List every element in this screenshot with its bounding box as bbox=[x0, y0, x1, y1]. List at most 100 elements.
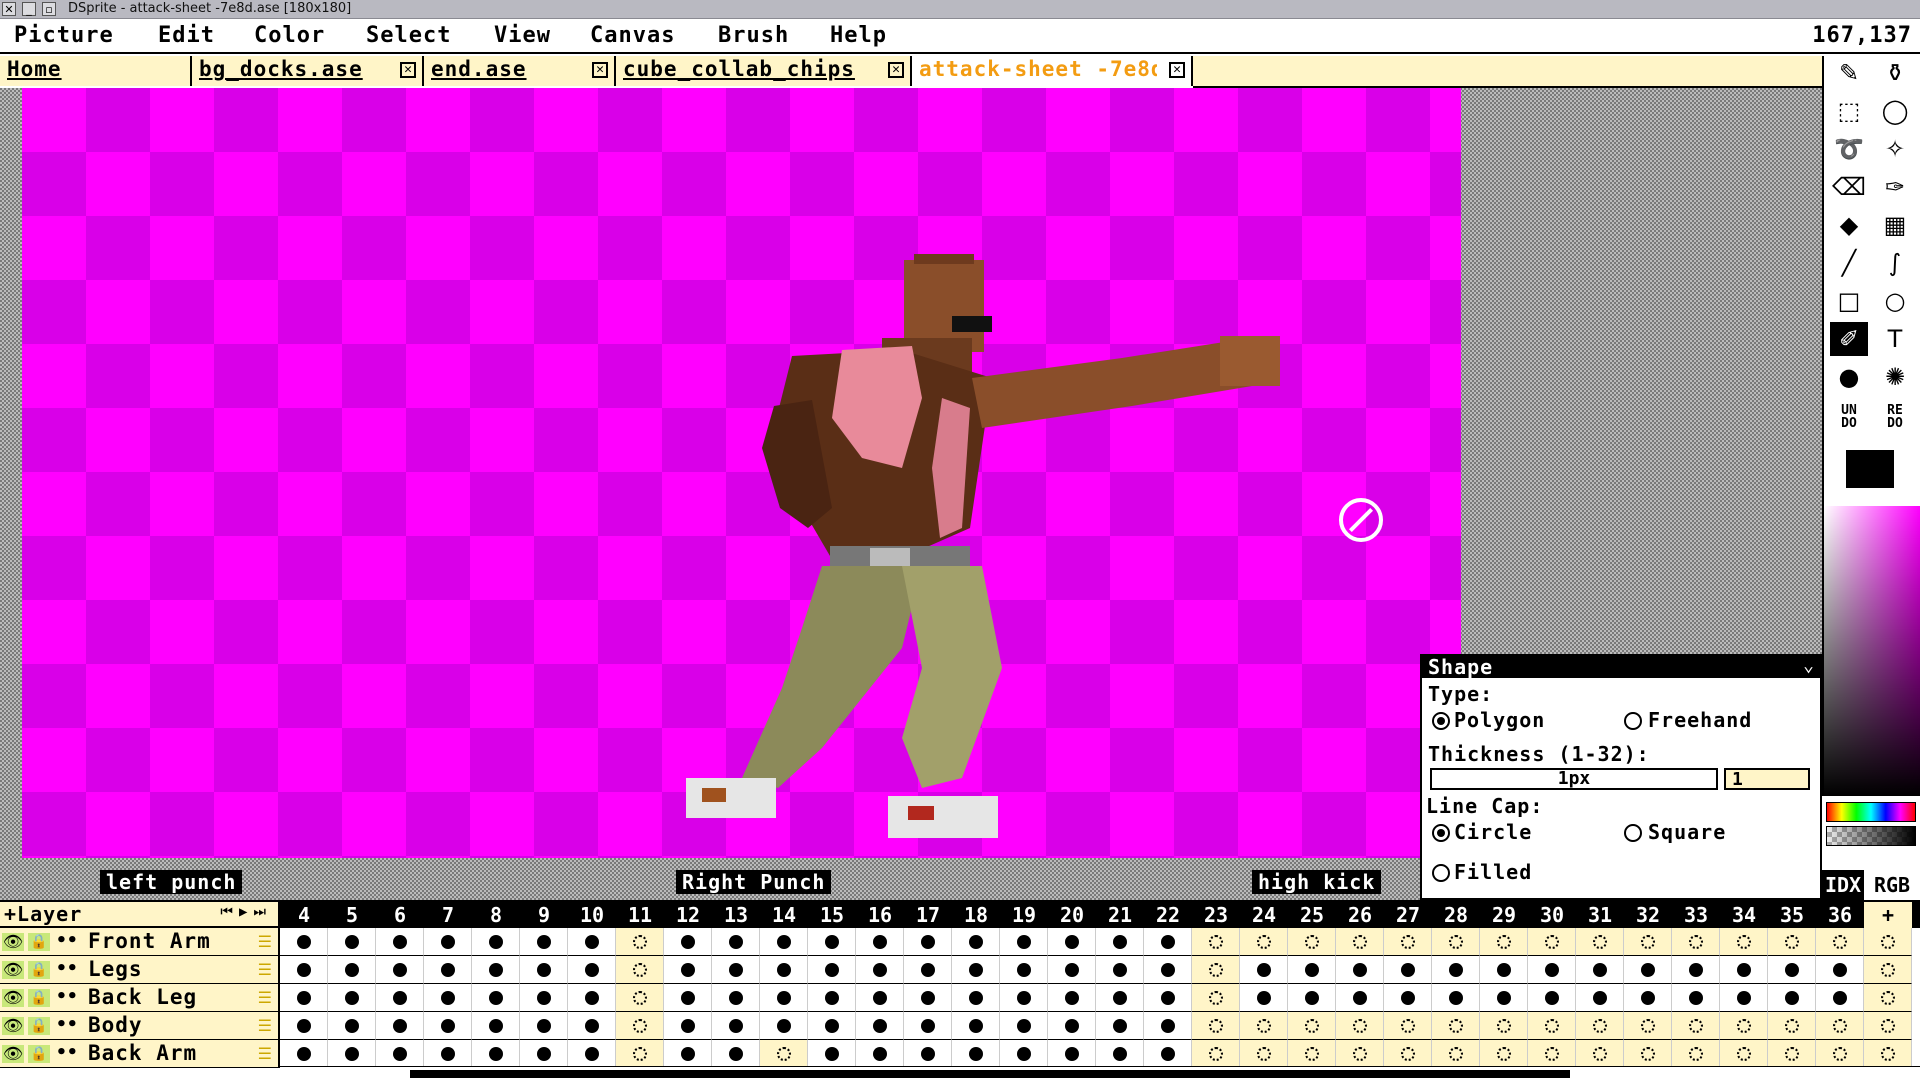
frame-number[interactable]: 4 bbox=[280, 902, 328, 928]
ellipse-select-icon[interactable]: ◯ bbox=[1876, 94, 1914, 128]
circle-icon[interactable]: ○ bbox=[1876, 284, 1914, 318]
empty-cel[interactable] bbox=[616, 1040, 664, 1068]
add-frame-button[interactable]: + bbox=[1864, 902, 1912, 928]
frame-number[interactable]: 24 bbox=[1240, 902, 1288, 928]
add-layer-button[interactable]: +Layer bbox=[4, 902, 82, 926]
color-picker[interactable] bbox=[1822, 506, 1920, 796]
filled-cel[interactable] bbox=[328, 1040, 376, 1068]
frame-number[interactable]: 14 bbox=[760, 902, 808, 928]
lock-icon[interactable]: 🔒 bbox=[28, 989, 50, 1007]
filled-cel[interactable] bbox=[1000, 1012, 1048, 1040]
frame-number[interactable]: 36 bbox=[1816, 902, 1864, 928]
filled-cel[interactable] bbox=[472, 1040, 520, 1068]
filled-cel[interactable] bbox=[1672, 956, 1720, 984]
frame-number[interactable]: 7 bbox=[424, 902, 472, 928]
filled-cel[interactable] bbox=[1096, 956, 1144, 984]
filled-cel[interactable] bbox=[712, 1040, 760, 1068]
filled-cel[interactable] bbox=[568, 928, 616, 956]
square-cap-radio[interactable] bbox=[1624, 824, 1642, 842]
hue-slider[interactable] bbox=[1826, 802, 1916, 822]
empty-cel[interactable] bbox=[1672, 1012, 1720, 1040]
filled-cel[interactable] bbox=[1624, 984, 1672, 1012]
scrollbar-thumb[interactable] bbox=[410, 1070, 1570, 1078]
filled-cel[interactable] bbox=[1720, 956, 1768, 984]
filled-cel[interactable] bbox=[328, 984, 376, 1012]
fill-bucket-icon[interactable]: ◆ bbox=[1830, 208, 1868, 242]
tab-end[interactable]: end.ase ✕ bbox=[424, 56, 616, 86]
layer-row[interactable]: 👁 🔒 •• Legs ☰ bbox=[0, 956, 280, 984]
filled-cel[interactable] bbox=[1288, 956, 1336, 984]
frame-number[interactable]: 26 bbox=[1336, 902, 1384, 928]
menu-color[interactable]: Color bbox=[254, 23, 325, 48]
filled-cel[interactable] bbox=[1528, 984, 1576, 1012]
alpha-slider[interactable] bbox=[1826, 826, 1916, 846]
frame-number[interactable]: 16 bbox=[856, 902, 904, 928]
visibility-eye-icon[interactable]: 👁 bbox=[2, 933, 24, 951]
frame-number[interactable]: 29 bbox=[1480, 902, 1528, 928]
empty-cel[interactable] bbox=[1576, 928, 1624, 956]
circle-cap-radio[interactable] bbox=[1432, 824, 1450, 842]
frame-number[interactable]: 6 bbox=[376, 902, 424, 928]
empty-cel[interactable] bbox=[760, 1040, 808, 1068]
close-tab-icon[interactable]: ✕ bbox=[888, 62, 904, 78]
filled-cel[interactable] bbox=[1240, 956, 1288, 984]
sparkle-icon[interactable]: ✺ bbox=[1876, 360, 1914, 394]
filled-cel[interactable] bbox=[1144, 1040, 1192, 1068]
frame-number[interactable]: 21 bbox=[1096, 902, 1144, 928]
empty-cel[interactable] bbox=[616, 1012, 664, 1040]
filled-cel[interactable] bbox=[1336, 956, 1384, 984]
frame-number[interactable]: 13 bbox=[712, 902, 760, 928]
filled-cel[interactable] bbox=[280, 928, 328, 956]
lock-icon[interactable]: 🔒 bbox=[28, 933, 50, 951]
filled-cel[interactable] bbox=[664, 956, 712, 984]
lock-icon[interactable]: 🔒 bbox=[28, 1045, 50, 1063]
filled-cel[interactable] bbox=[712, 1012, 760, 1040]
filled-cel[interactable] bbox=[1432, 956, 1480, 984]
tab-bg-docks[interactable]: bg_docks.ase ✕ bbox=[192, 56, 424, 86]
filled-cel[interactable] bbox=[472, 956, 520, 984]
frame-number[interactable]: 18 bbox=[952, 902, 1000, 928]
filled-cel[interactable] bbox=[952, 984, 1000, 1012]
filled-cel[interactable] bbox=[376, 928, 424, 956]
empty-cel[interactable] bbox=[1432, 1012, 1480, 1040]
frame-number[interactable]: 34 bbox=[1720, 902, 1768, 928]
drag-handle-icon[interactable]: ☰ bbox=[258, 988, 272, 1007]
tab-cube-collab-chips[interactable]: cube_collab_chips ✕ bbox=[616, 56, 912, 86]
frame-number[interactable]: 27 bbox=[1384, 902, 1432, 928]
polygon-radio[interactable] bbox=[1432, 712, 1450, 730]
drag-handle-icon[interactable]: ☰ bbox=[258, 1016, 272, 1035]
empty-cel[interactable] bbox=[1816, 928, 1864, 956]
filled-cel[interactable] bbox=[1288, 984, 1336, 1012]
filled-cel[interactable] bbox=[1528, 956, 1576, 984]
filled-cel[interactable] bbox=[376, 984, 424, 1012]
empty-cel[interactable] bbox=[1240, 1012, 1288, 1040]
visibility-eye-icon[interactable]: 👁 bbox=[2, 989, 24, 1007]
close-window-icon[interactable]: ✕ bbox=[2, 2, 16, 16]
empty-cel[interactable] bbox=[1624, 1040, 1672, 1068]
filled-cel[interactable] bbox=[376, 1040, 424, 1068]
frame-number[interactable]: 28 bbox=[1432, 902, 1480, 928]
foreground-color-swatch[interactable] bbox=[1846, 450, 1894, 488]
filled-cel[interactable] bbox=[856, 1040, 904, 1068]
menu-edit[interactable]: Edit bbox=[158, 23, 215, 48]
filled-cel[interactable] bbox=[520, 1040, 568, 1068]
mode-idx-button[interactable]: IDX bbox=[1822, 870, 1864, 900]
filled-cel[interactable] bbox=[712, 956, 760, 984]
empty-cel[interactable] bbox=[1624, 928, 1672, 956]
eyedropper-icon[interactable]: ✑ bbox=[1876, 170, 1914, 204]
filled-cel[interactable] bbox=[280, 1040, 328, 1068]
empty-cel[interactable] bbox=[1384, 928, 1432, 956]
filled-cel[interactable] bbox=[1048, 1012, 1096, 1040]
filled-cel[interactable] bbox=[952, 1040, 1000, 1068]
filled-cel[interactable] bbox=[664, 928, 712, 956]
frame-number[interactable]: 20 bbox=[1048, 902, 1096, 928]
filled-cel[interactable] bbox=[904, 928, 952, 956]
lock-icon[interactable]: 🔒 bbox=[28, 961, 50, 979]
layer-row[interactable]: 👁 🔒 •• Back Arm ☰ bbox=[0, 1040, 280, 1068]
filled-cel[interactable] bbox=[376, 956, 424, 984]
empty-cel[interactable] bbox=[1768, 928, 1816, 956]
empty-cel[interactable] bbox=[1864, 928, 1912, 956]
filled-cel[interactable] bbox=[376, 1012, 424, 1040]
empty-cel[interactable] bbox=[1480, 1012, 1528, 1040]
filled-cel[interactable] bbox=[712, 984, 760, 1012]
